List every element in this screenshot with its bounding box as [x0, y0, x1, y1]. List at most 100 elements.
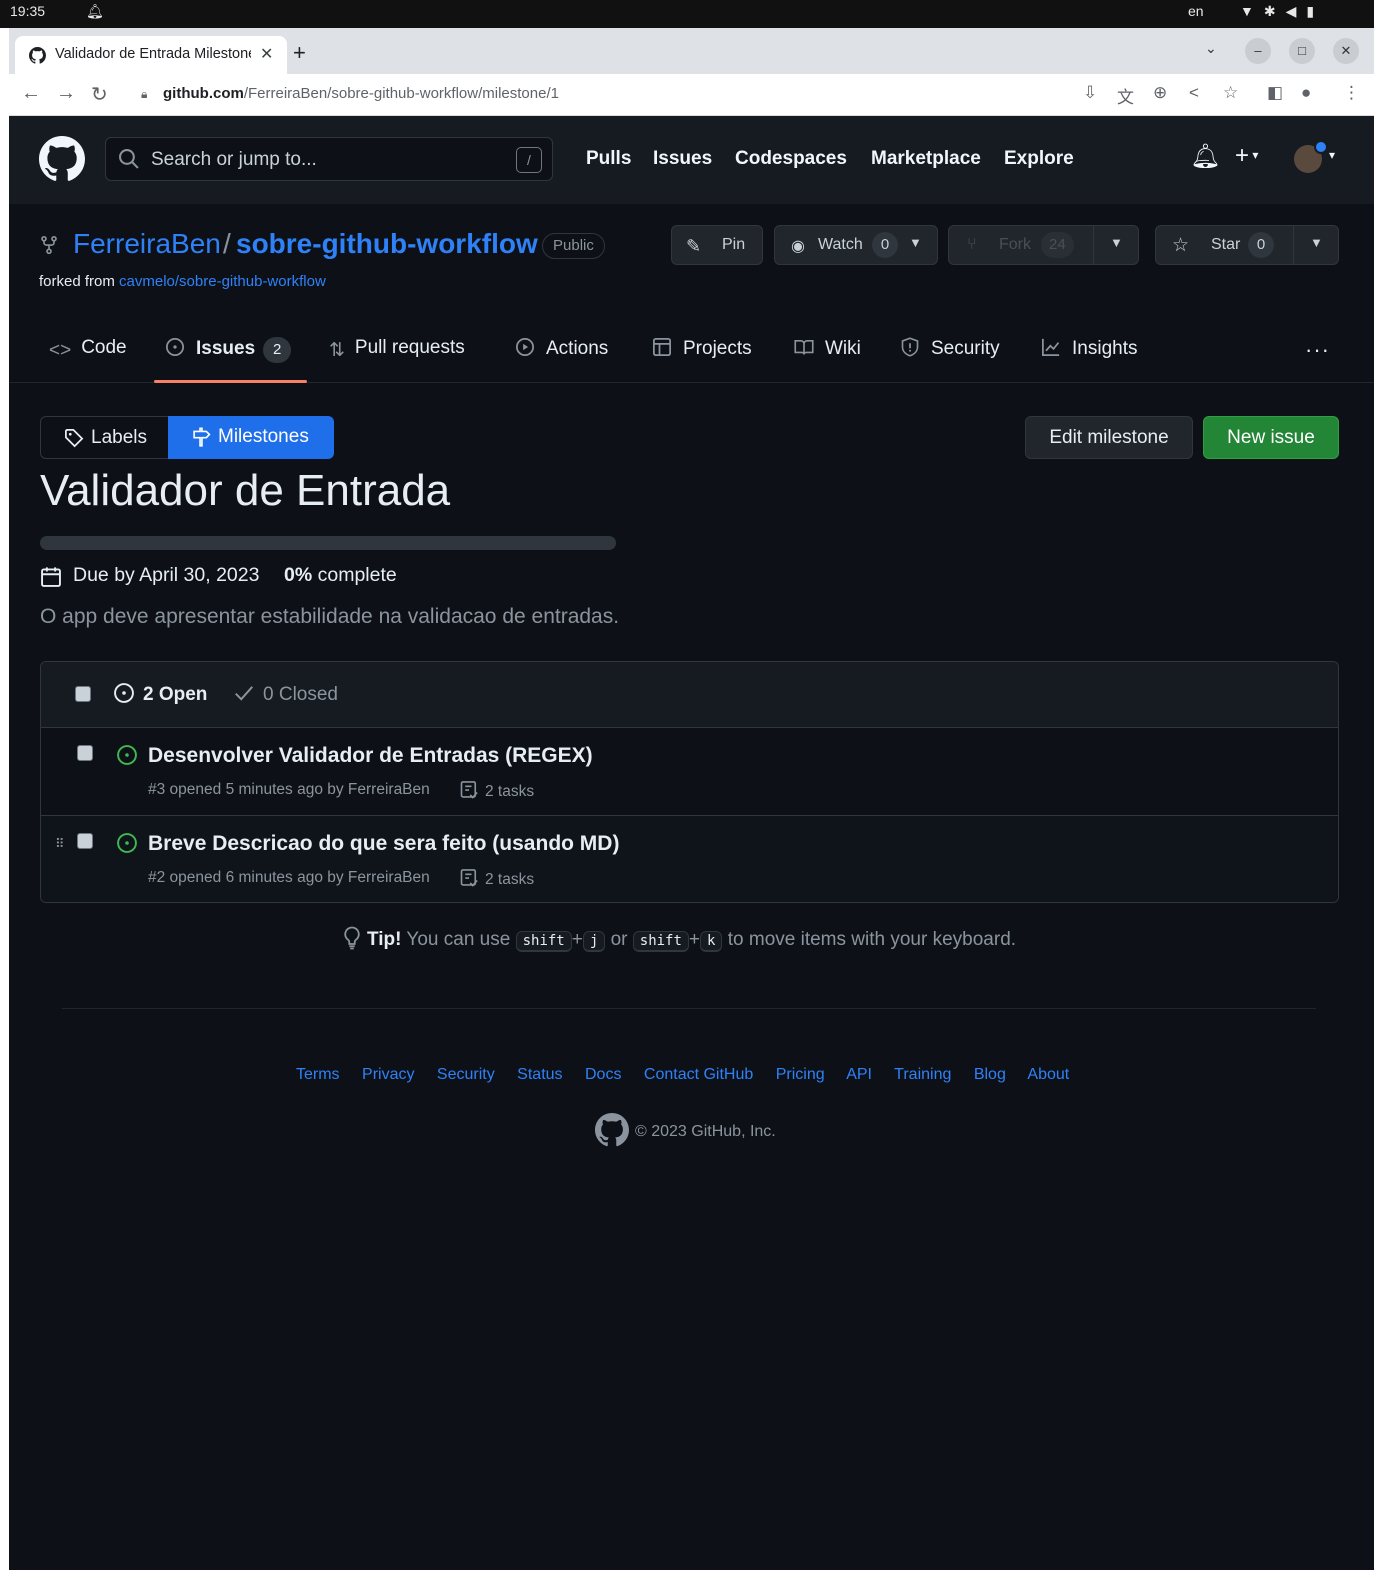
back-icon[interactable]: ← [21, 82, 41, 105]
notification-bell-icon: 🔔︎ [86, 3, 104, 19]
tab-close-icon[interactable]: ✕ [260, 44, 273, 64]
tab-insights[interactable]: Insights [1040, 337, 1137, 360]
zoom-icon[interactable]: ⊕ [1153, 83, 1167, 103]
footer-link-blog[interactable]: Blog [974, 1066, 1006, 1083]
footer-link-contact[interactable]: Contact GitHub [644, 1066, 753, 1083]
issue-title-link[interactable]: Desenvolver Validador de Entradas (REGEX… [148, 744, 593, 768]
issue-opened-icon [114, 683, 134, 703]
tab-security-label: Security [931, 338, 1000, 359]
nav-issues[interactable]: Issues [653, 148, 712, 170]
tag-icon [65, 429, 84, 448]
profile-icon[interactable]: ● [1301, 83, 1311, 103]
tasklist-icon [460, 869, 478, 887]
edit-milestone-button[interactable]: Edit milestone [1025, 416, 1193, 459]
tab-pull-requests[interactable]: ⇅ Pull requests [329, 337, 465, 361]
minimize-icon[interactable]: – [1245, 38, 1271, 64]
search-input[interactable]: Search or jump to... / [105, 137, 553, 181]
closed-filter[interactable]: 0 Closed [233, 682, 338, 706]
issue-checkbox[interactable] [77, 745, 93, 761]
tab-search-chevron-icon[interactable]: ⌄ [1205, 40, 1217, 57]
footer-link-training[interactable]: Training [894, 1066, 951, 1083]
nav-codespaces[interactable]: Codespaces [735, 148, 847, 170]
notifications-bell-icon[interactable]: 🔔︎ [1190, 142, 1220, 171]
input-language[interactable]: en [1188, 3, 1204, 19]
footer-link-about[interactable]: About [1027, 1066, 1069, 1083]
menu-kebab-icon[interactable]: ⋮ [1343, 83, 1360, 103]
milestones-button[interactable]: Milestones [168, 416, 334, 459]
tip-plus: + [688, 929, 701, 950]
github-logo-icon[interactable] [39, 136, 85, 182]
more-tabs-icon[interactable]: ··· [1305, 337, 1330, 363]
share-icon[interactable]: < [1189, 83, 1199, 103]
open-filter[interactable]: 2 Open [113, 682, 207, 706]
browser-tabstrip: Validador de Entrada Milestone ✕ + ⌄ – □… [9, 28, 1374, 74]
footer-link-docs[interactable]: Docs [585, 1066, 621, 1083]
tab-security[interactable]: Security [899, 337, 1000, 360]
footer-link-privacy[interactable]: Privacy [362, 1066, 414, 1083]
repo-separator: / [223, 228, 231, 259]
new-issue-button[interactable]: New issue [1203, 416, 1339, 459]
tab-projects[interactable]: Projects [651, 337, 752, 360]
due-date: Due by April 30, 2023 [73, 564, 260, 586]
tab-code[interactable]: <> Code [49, 337, 127, 361]
avatar-caret-icon[interactable]: ▾ [1329, 148, 1335, 162]
kbd-k: k [700, 931, 723, 952]
footer-link-api[interactable]: API [846, 1066, 872, 1083]
tip-plus: + [571, 929, 583, 950]
nav-marketplace[interactable]: Marketplace [871, 148, 981, 170]
code-icon: <> [49, 340, 72, 361]
pin-button[interactable]: ✎ Pin [671, 225, 763, 265]
percent-suffix: complete [317, 564, 397, 586]
fork-caret-icon[interactable]: ▼ [1110, 235, 1123, 250]
create-new-plus-icon[interactable]: + ▾ [1235, 142, 1258, 170]
github-footer-logo-icon[interactable] [595, 1113, 629, 1147]
reload-icon[interactable]: ↻ [91, 82, 108, 107]
check-icon [235, 686, 253, 701]
milestone-icon [193, 427, 211, 447]
tip-or: or [610, 929, 628, 950]
maximize-icon[interactable]: □ [1289, 38, 1315, 64]
forked-from-link[interactable]: cavmelo/sobre-github-workflow [119, 273, 326, 290]
github-header: Search or jump to... / Pulls Issues Code… [9, 116, 1374, 204]
select-all-checkbox[interactable] [75, 686, 91, 702]
star-button[interactable]: ☆ Star 0 ▼ [1155, 225, 1339, 265]
forward-icon[interactable]: → [56, 82, 76, 105]
tab-issues[interactable]: Issues 2 [164, 337, 292, 363]
lock-icon[interactable]: 🔒︎ [141, 79, 147, 109]
url-field[interactable]: 🔒︎ github.com/FerreiraBen/sobre-github-w… [137, 79, 1077, 109]
tab-wiki[interactable]: Wiki [793, 337, 861, 360]
new-tab-icon[interactable]: + [293, 40, 306, 66]
footer-links: Terms Privacy Security Status Docs Conta… [296, 1066, 1087, 1084]
bookmark-star-icon[interactable]: ☆ [1223, 83, 1238, 103]
browser-tab[interactable]: Validador de Entrada Milestone ✕ [15, 36, 287, 74]
issue-row[interactable]: Desenvolver Validador de Entradas (REGEX… [41, 728, 1338, 815]
footer-link-terms[interactable]: Terms [296, 1066, 340, 1083]
footer-link-status[interactable]: Status [517, 1066, 562, 1083]
watch-button[interactable]: ◉ Watch 0 ▼ [774, 225, 938, 265]
system-tray-icons[interactable]: ▼✱◀▮ [1240, 3, 1324, 20]
tab-actions[interactable]: Actions [514, 337, 608, 360]
labels-button[interactable]: Labels [40, 416, 169, 459]
footer-link-pricing[interactable]: Pricing [776, 1066, 825, 1083]
kbd-shift: shift [515, 931, 572, 952]
issue-checkbox[interactable] [77, 833, 93, 849]
kbd-shift: shift [632, 931, 689, 952]
side-panel-icon[interactable]: ◧ [1267, 83, 1283, 103]
install-app-icon[interactable]: ⇩ [1083, 83, 1097, 103]
star-caret-icon[interactable]: ▼ [1310, 235, 1323, 250]
play-icon [516, 338, 534, 356]
issue-row[interactable]: ⠿ Breve Descricao do que sera feito (usa… [41, 815, 1338, 902]
nav-explore[interactable]: Explore [1004, 148, 1074, 170]
drag-handle-icon[interactable]: ⠿ [55, 836, 64, 852]
repo-owner-link[interactable]: FerreiraBen [73, 228, 221, 260]
nav-pulls[interactable]: Pulls [586, 148, 631, 170]
issue-title-link[interactable]: Breve Descricao do que sera feito (usand… [148, 832, 619, 856]
translate-icon[interactable]: 文 [1117, 83, 1134, 108]
close-window-icon[interactable]: ✕ [1333, 38, 1359, 64]
os-top-bar: 19:35 🔔︎ en ▼✱◀▮ [0, 0, 1374, 28]
footer-link-security[interactable]: Security [437, 1066, 495, 1083]
repo-name-link[interactable]: sobre-github-workflow [236, 228, 538, 260]
fork-button[interactable]: ⑂ Fork 24 ▼ [948, 225, 1139, 265]
tab-wiki-label: Wiki [825, 338, 861, 359]
issue-tasks: 2 tasks [459, 779, 534, 801]
